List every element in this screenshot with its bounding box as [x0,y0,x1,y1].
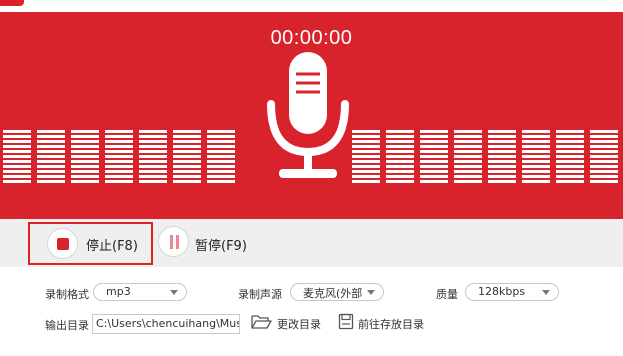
change-dir-button[interactable]: 更改目录 [251,313,323,333]
open-dir-label: 前往存放目录 [358,318,424,331]
stop-square [57,238,69,250]
level-meter-bar [37,130,65,185]
chevron-down-icon [170,290,178,295]
folder-open-icon [251,315,272,329]
pause-icon [158,226,189,257]
title-bar [0,0,623,12]
chevron-down-icon [542,290,550,295]
format-label: 录制格式 [45,288,89,301]
source-select[interactable]: 麦克风(外部 [290,283,384,301]
pause-bars [169,235,180,249]
open-dir-button[interactable]: 前往存放目录 [338,313,428,333]
level-meter-bar [71,130,99,185]
recording-timer: 00:00:00 [270,27,353,49]
level-meter-bar [420,130,448,185]
level-meter-bar [590,130,618,185]
level-meter-bar [488,130,516,185]
level-meter-bar [207,130,235,185]
level-meter-bar [352,130,380,185]
format-value: mp3 [106,285,131,298]
format-select[interactable]: mp3 [93,283,187,301]
level-meter-bar [3,130,31,185]
output-path-field[interactable]: C:\Users\chencuihang\Music [92,314,240,334]
level-meter-bar [105,130,133,185]
change-dir-label: 更改目录 [277,318,321,331]
stop-label: 停止(F8) [86,239,138,254]
level-meter-bar [522,130,550,185]
stop-icon [47,228,78,259]
level-meter-bar [139,130,167,185]
level-meter-bar [454,130,482,185]
level-meter-bar [556,130,584,185]
settings-panel: 录制格式 mp3 录制声源 麦克风(外部 质量 128kbps 输出目录 C:\… [0,267,623,356]
quality-select[interactable]: 128kbps [465,283,559,301]
chevron-down-icon [367,290,375,295]
source-value: 麦克风(外部 [303,287,363,300]
save-disk-icon [338,313,354,330]
output-label: 输出目录 [45,319,89,332]
source-label: 录制声源 [238,288,282,301]
stop-button[interactable]: 停止(F8) [28,222,153,265]
control-bar: 停止(F8) 暂停(F9) [0,219,623,267]
quality-label: 质量 [436,288,458,301]
recording-visualizer: 00:00:00 [0,12,623,219]
level-meter-bar [173,130,201,185]
pause-button[interactable]: 暂停(F9) [156,224,266,263]
level-meter-bar [386,130,414,185]
pause-label: 暂停(F9) [195,239,247,254]
app-logo-icon [0,0,24,6]
microphone-icon [267,52,349,178]
quality-value: 128kbps [478,285,526,298]
